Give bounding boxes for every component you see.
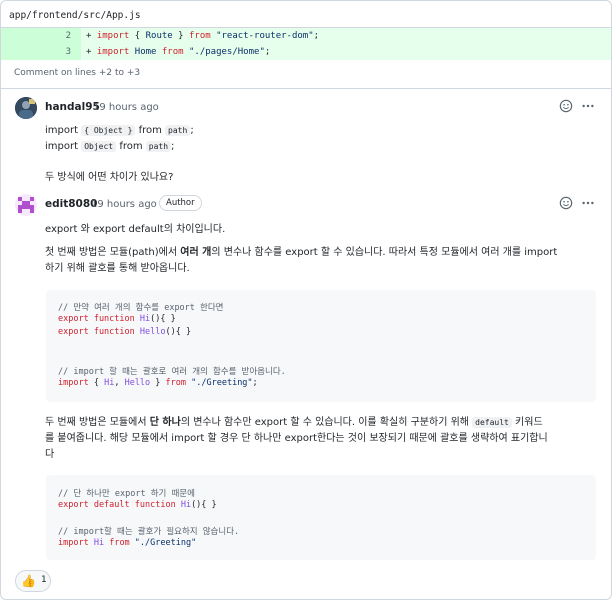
comment-paragraph: 두 번째 방법은 모듈에서 단 하나의 변수나 함수만 export 할 수 있… [45,417,548,460]
comment-author[interactable]: edit8080 [45,198,97,210]
file-path[interactable]: app/frontend/src/App.js [9,10,141,21]
comment-paragraph: 첫 번째 방법은 모듈(path)에서 여러 개의 변수나 함수를 export… [45,247,558,274]
diff-hunk: 2 + import { Route } from "react-router-… [1,27,611,60]
diff-line: 3 + import Home from "./pages/Home"; [1,44,611,60]
avatar[interactable] [15,97,37,119]
kebab-horizontal-icon[interactable] [581,99,595,113]
thumbs-up-reaction-button[interactable]: 👍 1 [15,570,51,592]
diff-code: + import Home from "./pages/Home"; [86,47,271,57]
comment-intro: export 와 export default의 차이입니다. [45,224,226,235]
diff-line: 2 + import { Route } from "react-router-… [1,28,611,44]
thumbs-up-icon: 👍 [21,574,36,588]
divider [1,88,611,89]
line-number[interactable]: 3 [1,44,81,60]
smiley-icon[interactable] [559,196,573,210]
author-badge: Author [159,195,202,211]
comment-timestamp[interactable]: 19 hours ago [93,102,159,113]
avatar[interactable] [15,194,37,216]
comment-line: import { Object } from path; [45,125,194,136]
smiley-icon[interactable] [559,99,573,113]
code-block: // 만약 여러 개의 함수를 export 한다면 export functi… [46,290,596,402]
line-number[interactable]: 2 [1,28,81,44]
comment-range-label: Comment on lines +2 to +3 [14,68,141,78]
reaction-count: 1 [41,575,47,585]
code-block: // 단 하나만 export 하기 때문에 export default fu… [46,475,596,560]
comment-line: import Object from path; [45,141,175,152]
comment-timestamp[interactable]: 19 hours ago [91,199,157,210]
comment-author[interactable]: handal95 [45,101,100,113]
comment-question: 두 방식에 어떤 차이가 있나요? [45,172,174,183]
diff-code: + import { Route } from "react-router-do… [86,31,320,41]
kebab-horizontal-icon[interactable] [581,196,595,210]
review-thread-panel: app/frontend/src/App.js 2 + import { Rou… [0,0,612,600]
